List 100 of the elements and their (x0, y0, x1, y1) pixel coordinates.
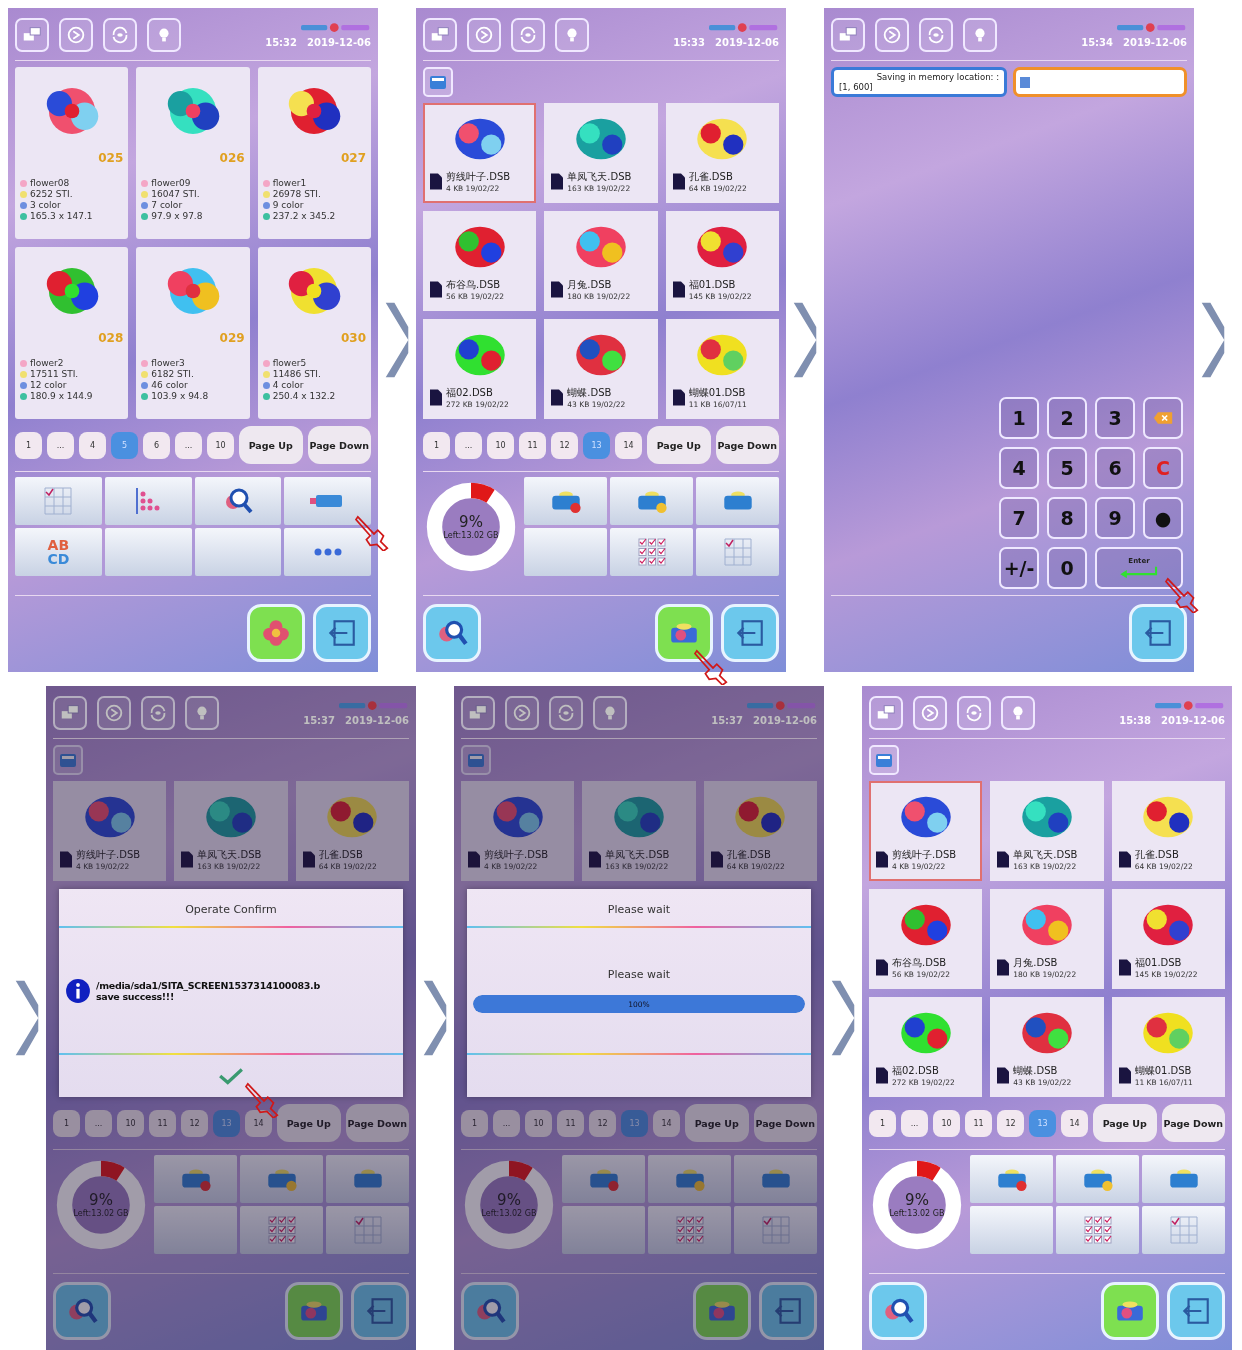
top-icon-button[interactable] (913, 696, 947, 730)
action-button[interactable] (423, 604, 481, 662)
page-button[interactable]: 1 (423, 431, 450, 459)
page-button[interactable]: 11 (149, 1109, 176, 1137)
page-button[interactable]: 12 (589, 1109, 616, 1137)
keypad-key[interactable]: 2 (1047, 397, 1087, 439)
page-down-button[interactable]: Page Down (753, 1104, 817, 1142)
page-button[interactable]: ... (493, 1109, 520, 1137)
page-button[interactable]: ... (901, 1109, 928, 1137)
keypad-key[interactable]: 0 (1047, 547, 1087, 589)
tool-button[interactable] (1142, 1155, 1225, 1203)
keypad-key[interactable]: 3 (1095, 397, 1135, 439)
page-button[interactable]: 4 (79, 431, 106, 459)
page-up-button[interactable]: Page Up (277, 1104, 341, 1142)
page-button[interactable]: 14 (245, 1109, 272, 1137)
action-button[interactable] (53, 1282, 111, 1340)
top-icon-button[interactable] (103, 18, 137, 52)
page-button[interactable]: 12 (181, 1109, 208, 1137)
tool-button[interactable] (524, 477, 607, 525)
keypad-key[interactable]: 8 (1047, 497, 1087, 539)
top-icon-button[interactable] (831, 18, 865, 52)
action-button[interactable] (1101, 1282, 1159, 1340)
input-field[interactable] (1013, 67, 1187, 97)
design-card[interactable]: 030 flower5 11486 STI. 4 color 250.4 x 132.2 (257, 247, 371, 419)
design-card[interactable]: 028 flower2 17511 STI. 12 color 180.9 x 144.9 (15, 247, 129, 419)
top-icon-button[interactable] (185, 696, 219, 730)
tool-button[interactable] (696, 477, 779, 525)
top-icon-button[interactable] (461, 696, 495, 730)
tool-button[interactable] (610, 477, 693, 525)
page-button[interactable]: 1 (15, 431, 42, 459)
top-icon-button[interactable] (97, 696, 131, 730)
action-button[interactable] (461, 1282, 519, 1340)
page-button[interactable]: 10 (207, 431, 234, 459)
top-icon-button[interactable] (593, 696, 627, 730)
page-button[interactable]: ... (85, 1109, 112, 1137)
keypad-key[interactable]: ● (1143, 497, 1183, 539)
action-button[interactable] (759, 1282, 817, 1340)
top-icon-button[interactable] (957, 696, 991, 730)
action-button[interactable] (721, 604, 779, 662)
page-button[interactable]: 1 (869, 1109, 896, 1137)
design-card[interactable]: 025 flower08 6252 STI. 3 color 165.3 x 147.1 (15, 67, 129, 239)
action-button[interactable] (1129, 604, 1187, 662)
top-icon-button[interactable] (1001, 696, 1035, 730)
tool-button[interactable] (104, 477, 192, 525)
top-icon-button[interactable] (919, 18, 953, 52)
page-button[interactable]: ... (47, 431, 74, 459)
tool-button[interactable] (1056, 1155, 1139, 1203)
keypad-key[interactable]: 5 (1047, 447, 1087, 489)
top-icon-button[interactable] (147, 18, 181, 52)
tool-button[interactable] (970, 1155, 1053, 1203)
top-icon-button[interactable] (963, 18, 997, 52)
page-button[interactable]: 14 (615, 431, 642, 459)
page-button[interactable]: ... (175, 431, 202, 459)
top-icon-button[interactable] (53, 696, 87, 730)
action-button[interactable] (693, 1282, 751, 1340)
action-button[interactable] (313, 604, 371, 662)
keypad-key[interactable] (1143, 397, 1183, 439)
tool-button[interactable] (194, 477, 282, 525)
page-button[interactable]: 14 (653, 1109, 680, 1137)
top-icon-button[interactable] (875, 18, 909, 52)
page-button[interactable]: 11 (965, 1109, 992, 1137)
top-icon-button[interactable] (15, 18, 49, 52)
page-button[interactable]: 10 (487, 431, 514, 459)
page-down-button[interactable]: Page Down (715, 426, 779, 464)
tool-button[interactable] (284, 528, 371, 576)
top-icon-button[interactable] (555, 18, 589, 52)
page-up-button[interactable]: Page Up (1093, 1104, 1157, 1142)
keypad-key[interactable]: 9 (1095, 497, 1135, 539)
keypad-key[interactable]: 7 (999, 497, 1039, 539)
design-card[interactable]: 029 flower3 6182 STI. 46 color 103.9 x 94.8 (136, 247, 250, 419)
keypad-key[interactable]: 6 (1095, 447, 1135, 489)
top-icon-button[interactable] (467, 18, 501, 52)
top-icon-button[interactable] (511, 18, 545, 52)
page-up-button[interactable]: Page Up (685, 1104, 749, 1142)
action-button[interactable] (285, 1282, 343, 1340)
page-button[interactable]: 11 (519, 431, 546, 459)
tool-button[interactable] (1056, 1206, 1139, 1254)
top-icon-button[interactable] (59, 18, 93, 52)
top-icon-button[interactable] (869, 696, 903, 730)
top-icon-button[interactable] (505, 696, 539, 730)
action-button[interactable] (869, 1282, 927, 1340)
action-button[interactable] (247, 604, 305, 662)
action-button[interactable] (351, 1282, 409, 1340)
page-down-button[interactable]: Page Down (307, 426, 371, 464)
action-button[interactable] (1167, 1282, 1225, 1340)
design-card[interactable]: 026 flower09 16047 STI. 7 color 97.9 x 97.8 (136, 67, 250, 239)
drive-button[interactable] (869, 745, 899, 775)
keypad-key[interactable]: 1 (999, 397, 1039, 439)
page-up-button[interactable]: Page Up (647, 426, 711, 464)
page-button[interactable]: 12 (551, 431, 578, 459)
design-card[interactable]: 027 flower1 26978 STI. 9 color 237.2 x 345.2 (257, 67, 371, 239)
page-button[interactable]: ... (455, 431, 482, 459)
page-button[interactable]: 10 (525, 1109, 552, 1137)
page-down-button[interactable]: Page Down (1161, 1104, 1225, 1142)
page-button[interactable]: 1 (461, 1109, 488, 1137)
page-button[interactable]: 14 (1061, 1109, 1088, 1137)
page-button[interactable]: 11 (557, 1109, 584, 1137)
top-icon-button[interactable] (549, 696, 583, 730)
page-up-button[interactable]: Page Up (239, 426, 303, 464)
page-button[interactable]: 12 (997, 1109, 1024, 1137)
